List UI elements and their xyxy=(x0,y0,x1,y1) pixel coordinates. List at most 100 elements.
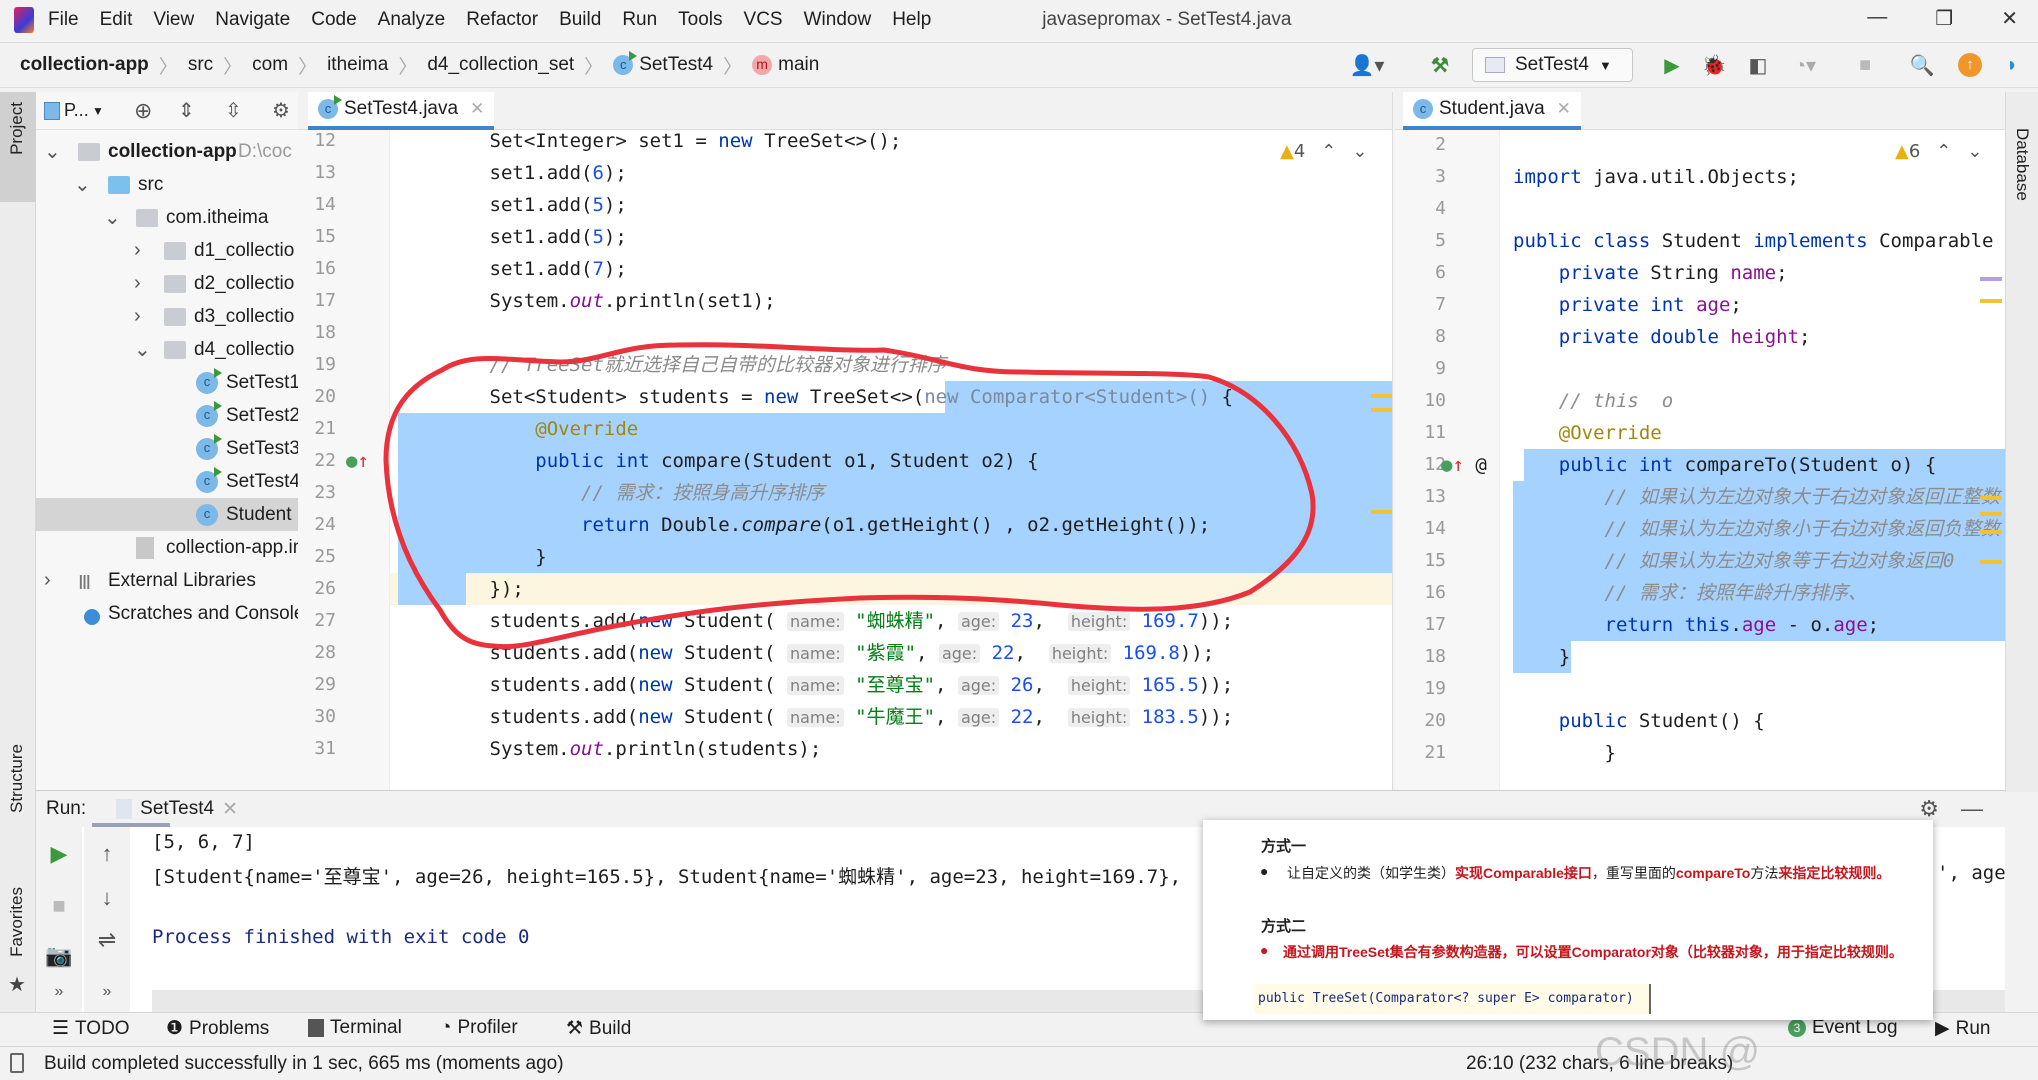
implements-gutter-icon[interactable]: ●↑ xyxy=(346,445,369,477)
tree-item[interactable]: ⌄ src xyxy=(36,168,298,201)
chevron-right-icon[interactable]: › xyxy=(134,272,141,295)
terminal-tool-button[interactable]: Terminal xyxy=(308,1017,402,1039)
menu-view[interactable]: View xyxy=(153,9,194,31)
event-log-button[interactable]: 3 Event Log xyxy=(1788,1017,1898,1039)
database-tool-button[interactable]: Database xyxy=(2012,128,2032,201)
line-number[interactable]: 6 xyxy=(1403,257,1446,289)
line-number[interactable]: 16 xyxy=(1403,577,1446,609)
breadcrumb-package[interactable]: d4_collection_set xyxy=(427,54,574,76)
line-number[interactable]: 19 xyxy=(1403,673,1446,705)
close-tab-icon[interactable]: ✕ xyxy=(470,99,484,119)
line-number[interactable]: 24 xyxy=(306,509,336,541)
line-number[interactable]: 13 xyxy=(1403,481,1446,513)
previous-highlight-icon[interactable]: ⌃ xyxy=(1321,141,1336,162)
line-number[interactable]: 3 xyxy=(1403,161,1446,193)
tree-item[interactable]: › Ⅲ External Libraries xyxy=(36,564,298,597)
soft-wrap-icon[interactable]: ⇌ xyxy=(84,927,130,953)
update-icon[interactable]: ↑ xyxy=(1955,46,1985,84)
breadcrumb-method[interactable]: main xyxy=(778,54,819,76)
breadcrumb-com[interactable]: com xyxy=(252,54,288,76)
line-number[interactable]: 17 xyxy=(306,285,336,317)
tree-item[interactable]: › d1_collectio xyxy=(36,234,298,267)
line-number[interactable]: 2 xyxy=(1403,130,1446,161)
line-number[interactable]: 5 xyxy=(1403,225,1446,257)
line-number[interactable]: 12 xyxy=(306,130,336,157)
tree-item[interactable]: › d2_collectio xyxy=(36,267,298,300)
up-arrow-icon[interactable]: ↑ xyxy=(84,841,130,867)
chevron-down-icon[interactable]: ⌄ xyxy=(104,205,121,230)
gear-icon[interactable]: ⚙ xyxy=(272,98,290,123)
chevron-down-icon[interactable]: ⌄ xyxy=(74,172,91,197)
menu-file[interactable]: File xyxy=(48,9,79,31)
caret-position[interactable]: 26:10 (232 chars, 6 line breaks) xyxy=(1466,1053,1733,1075)
run-configuration-select[interactable]: SetTest4 ▼ xyxy=(1472,48,1633,82)
line-number[interactable]: 9 xyxy=(1403,353,1446,385)
previous-highlight-icon[interactable]: ⌃ xyxy=(1936,141,1951,162)
overrides-gutter-icon[interactable]: ●↑ @ xyxy=(1441,449,1487,481)
next-highlight-icon[interactable]: ⌄ xyxy=(1352,141,1367,162)
menu-analyze[interactable]: Analyze xyxy=(378,9,446,31)
menu-help[interactable]: Help xyxy=(892,9,931,31)
line-number[interactable]: 12 xyxy=(1403,449,1446,481)
next-highlight-icon[interactable]: ⌄ xyxy=(1967,141,1982,162)
chevron-right-icon[interactable]: › xyxy=(134,239,141,262)
line-number[interactable]: 7 xyxy=(1403,289,1446,321)
locate-icon[interactable]: ⊕ xyxy=(134,98,152,124)
line-number[interactable]: 18 xyxy=(306,317,336,349)
line-number[interactable]: 20 xyxy=(306,381,336,413)
menu-edit[interactable]: Edit xyxy=(100,9,133,31)
run-tab-settest4[interactable]: SetTest4 xyxy=(140,798,214,820)
line-number[interactable]: 27 xyxy=(306,605,336,637)
tree-item[interactable]: ⌄ d4_collectio xyxy=(36,333,298,366)
tree-item[interactable]: collection-app.iml xyxy=(36,531,298,564)
toolbox-icon[interactable]: ◗ xyxy=(1997,46,2027,84)
vcs-user-icon[interactable]: 👤▾ xyxy=(1349,46,1385,84)
chevron-right-icon[interactable]: › xyxy=(134,305,141,328)
breadcrumb-itheima[interactable]: itheima xyxy=(327,54,388,76)
problems-tool-button[interactable]: ❶ Problems xyxy=(166,1017,269,1040)
project-view-select[interactable]: P... xyxy=(64,100,89,121)
run-tool-button[interactable]: ▶ Run xyxy=(1935,1017,1990,1040)
tree-item[interactable]: › d3_collectio xyxy=(36,300,298,333)
chevron-down-icon[interactable]: ⌄ xyxy=(134,337,151,362)
tree-item[interactable]: c SetTest3 xyxy=(36,432,298,465)
favorites-tool-button[interactable]: Favorites xyxy=(7,887,27,957)
line-number[interactable]: 22 xyxy=(306,445,336,477)
line-number[interactable]: 14 xyxy=(306,189,336,221)
tab-student-java[interactable]: c Student.java ✕ xyxy=(1403,92,1581,130)
down-arrow-icon[interactable]: ↓ xyxy=(84,885,130,911)
line-number[interactable]: 30 xyxy=(306,701,336,733)
menu-window[interactable]: Window xyxy=(804,9,872,31)
search-icon[interactable]: 🔍 xyxy=(1907,46,1937,84)
chevron-right-icon[interactable]: › xyxy=(44,569,51,592)
build-tool-button[interactable]: ⚒ Build xyxy=(566,1017,631,1040)
line-number[interactable]: 13 xyxy=(306,157,336,189)
minimize-icon[interactable]: — xyxy=(1867,6,1887,31)
tree-item[interactable]: c SetTest2 xyxy=(36,399,298,432)
close-tab-icon[interactable]: ✕ xyxy=(1557,99,1571,119)
close-window-icon[interactable]: ✕ xyxy=(2001,6,2018,31)
line-number[interactable]: 25 xyxy=(306,541,336,573)
inspection-widget[interactable]: ▲4 ⌃ ⌄ xyxy=(1280,135,1367,167)
line-number[interactable]: 26 xyxy=(306,573,336,605)
todo-tool-button[interactable]: ☰ TODO xyxy=(52,1017,130,1040)
line-number[interactable]: 15 xyxy=(1403,545,1446,577)
menu-tools[interactable]: Tools xyxy=(678,9,722,31)
code-area[interactable]: 1package com.itheima.d4_collecti23import… xyxy=(1395,130,2005,790)
tree-item[interactable]: ⌄ collection-app D:\coc xyxy=(36,135,298,168)
structure-tool-button[interactable]: Structure xyxy=(7,744,27,813)
breadcrumb-src[interactable]: src xyxy=(188,54,213,76)
more-icon[interactable]: » xyxy=(84,983,130,1001)
tab-settest4-java[interactable]: c SetTest4.java ✕ xyxy=(308,92,495,130)
collapse-all-icon[interactable]: ⇳ xyxy=(225,98,242,123)
menu-build[interactable]: Build xyxy=(559,9,601,31)
line-number[interactable]: 4 xyxy=(1403,193,1446,225)
restore-icon[interactable]: ❐ xyxy=(1935,6,1953,31)
build-hammer-icon[interactable]: ⚒ xyxy=(1425,46,1455,84)
line-number[interactable]: 23 xyxy=(306,477,336,509)
tree-item[interactable]: Scratches and Consoles xyxy=(36,597,298,630)
coverage-icon[interactable]: ◧ xyxy=(1743,46,1773,84)
camera-icon[interactable]: 📷 xyxy=(36,943,82,969)
project-tool-button[interactable]: Project xyxy=(7,102,27,155)
gear-icon[interactable]: ⚙ xyxy=(1919,796,1939,822)
